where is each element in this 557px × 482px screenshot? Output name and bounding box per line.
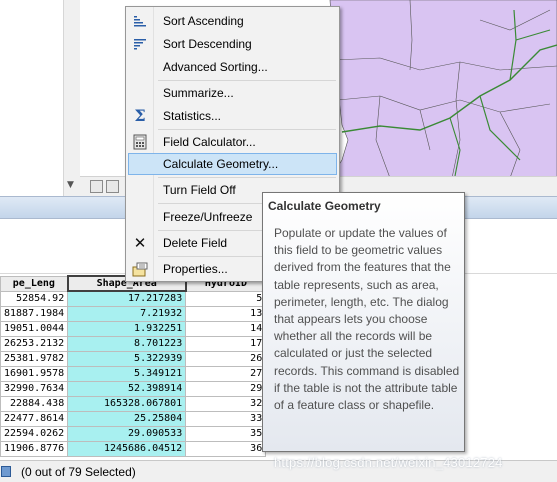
table-row[interactable]: 22477.8614 25.25804 33 <box>0 410 267 427</box>
menu-separator <box>158 177 336 178</box>
cell-hydroid[interactable]: 33 <box>185 410 267 427</box>
watershed-polygons <box>329 0 557 179</box>
table-row[interactable]: 22884.438 165328.067801 32 <box>0 395 267 412</box>
menu-item-sort-descending[interactable]: Sort Descending <box>128 33 337 55</box>
cell-shape-length[interactable]: 22477.8614 <box>0 410 69 427</box>
cell-shape-area[interactable]: 1.932251 <box>67 320 187 337</box>
cell-hydroid[interactable]: 26 <box>185 350 267 367</box>
table-of-contents-panel: ▼ <box>0 0 80 196</box>
sort-descending-icon <box>134 39 146 50</box>
cell-hydroid[interactable]: 27 <box>185 365 267 382</box>
menu-item-field-calculator[interactable]: Field Calculator... <box>128 131 337 153</box>
table-row[interactable]: 81887.1984 7.21932 13 <box>0 305 267 322</box>
menu-item-sort-ascending[interactable]: Sort Ascending <box>128 10 337 32</box>
cell-hydroid[interactable]: 13 <box>185 305 267 322</box>
sort-ascending-icon <box>134 16 146 27</box>
cell-shape-area[interactable]: 8.701223 <box>67 335 187 352</box>
cell-shape-area[interactable]: 165328.067801 <box>67 395 187 412</box>
scroll-down-arrow-icon[interactable]: ▼ <box>67 180 74 190</box>
sigma-icon: Σ <box>134 106 146 125</box>
cell-shape-length[interactable]: 81887.1984 <box>0 305 69 322</box>
cell-hydroid[interactable]: 5 <box>185 290 267 307</box>
properties-icon <box>132 262 148 277</box>
layout-view-button[interactable] <box>106 180 119 193</box>
cell-shape-area[interactable]: 17.217283 <box>67 290 187 307</box>
cell-shape-length[interactable]: 52854.92 <box>0 290 69 307</box>
selection-status: (0 out of 79 Selected) <box>21 465 136 479</box>
cell-shape-area[interactable]: 7.21932 <box>67 305 187 322</box>
calculate-geometry-tooltip: Calculate Geometry Populate or update th… <box>262 192 465 452</box>
cell-shape-length[interactable]: 16901.9578 <box>0 365 69 382</box>
cell-shape-area[interactable]: 29.090533 <box>67 425 187 442</box>
data-view-button[interactable] <box>90 180 103 193</box>
attribute-table: pe_Leng Shape_Area HydroID 52854.92 17.21… <box>0 275 267 457</box>
cell-shape-area[interactable]: 52.398914 <box>67 380 187 397</box>
tooltip-body: Populate or update the values of this fi… <box>274 226 460 413</box>
table-row[interactable]: 11906.8776 1245686.04512 36 <box>0 440 267 457</box>
tooltip-title: Calculate Geometry <box>268 199 381 213</box>
cell-shape-length[interactable]: 32990.7634 <box>0 380 69 397</box>
cell-shape-length[interactable]: 26253.2132 <box>0 335 69 352</box>
menu-item-summarize[interactable]: Summarize... <box>128 82 337 104</box>
table-row[interactable]: 16901.9578 5.349121 27 <box>0 365 267 382</box>
cell-hydroid[interactable]: 32 <box>185 395 267 412</box>
cell-shape-area[interactable]: 1245686.04512 <box>67 440 187 457</box>
cell-hydroid[interactable]: 17 <box>185 335 267 352</box>
watermark-text: https://blog.csdn.net/weixin_43012724 <box>274 455 503 470</box>
table-row[interactable]: 26253.2132 8.701223 17 <box>0 335 267 352</box>
table-row[interactable]: 25381.9782 5.322939 26 <box>0 350 267 367</box>
cell-shape-area[interactable]: 5.322939 <box>67 350 187 367</box>
menu-item-calculate-geometry[interactable]: Calculate Geometry... <box>128 153 337 175</box>
column-header-shape-length[interactable]: pe_Leng <box>0 275 69 292</box>
menu-separator <box>158 129 336 130</box>
toc-scrollbar[interactable]: ▼ <box>63 0 80 196</box>
cell-hydroid[interactable]: 14 <box>185 320 267 337</box>
table-row[interactable]: 32990.7634 52.398914 29 <box>0 380 267 397</box>
cell-shape-area[interactable]: 5.349121 <box>67 365 187 382</box>
menu-separator <box>158 80 336 81</box>
cell-shape-length[interactable]: 11906.8776 <box>0 440 69 457</box>
table-row[interactable]: 22594.0262 29.090533 35 <box>0 425 267 442</box>
calculator-icon <box>133 134 147 150</box>
table-row[interactable]: 19051.0044 1.932251 14 <box>0 320 267 337</box>
table-row[interactable]: 52854.92 17.217283 5 <box>0 290 267 307</box>
cell-shape-length[interactable]: 22884.438 <box>0 395 69 412</box>
cell-shape-area[interactable]: 25.25804 <box>67 410 187 427</box>
cell-shape-length[interactable]: 22594.0262 <box>0 425 69 442</box>
cell-hydroid[interactable]: 29 <box>185 380 267 397</box>
menu-item-advanced-sorting[interactable]: Advanced Sorting... <box>128 56 337 78</box>
menu-item-statistics[interactable]: Σ Statistics... <box>128 105 337 127</box>
cell-hydroid[interactable]: 35 <box>185 425 267 442</box>
cell-shape-length[interactable]: 19051.0044 <box>0 320 69 337</box>
cell-shape-length[interactable]: 25381.9782 <box>0 350 69 367</box>
cell-hydroid[interactable]: 36 <box>185 440 267 457</box>
table-icon[interactable] <box>1 466 11 477</box>
delete-x-icon: ✕ <box>133 234 147 252</box>
